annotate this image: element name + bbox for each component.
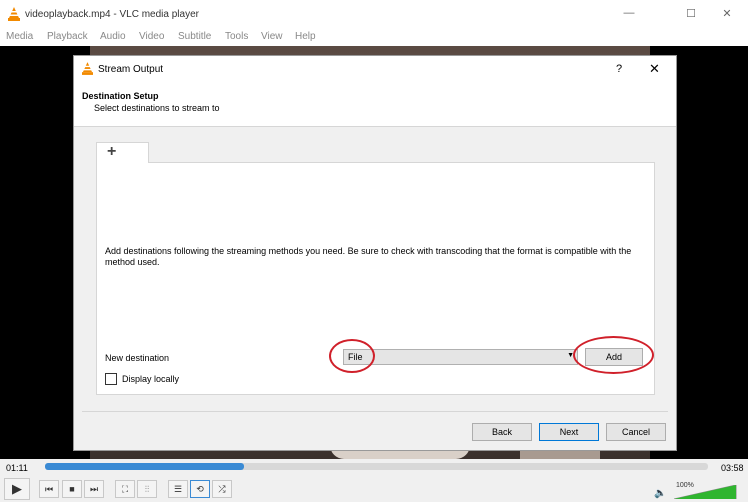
- shuffle-icon: ⤮: [218, 484, 226, 494]
- header-title: Destination Setup: [82, 91, 159, 101]
- plus-icon: +: [107, 143, 117, 160]
- dialog-titlebar: Stream Output ? ✕: [74, 56, 676, 82]
- player-controls: 01:11 03:58 ▶ ⏮ ■ ⏭ ⛶ ⫶⫶ ☰ ⟲ ⤮ 🔈 100%: [0, 459, 748, 502]
- extended-settings-button[interactable]: ⫶⫶: [137, 480, 157, 498]
- minimize-button[interactable]: —: [619, 7, 639, 19]
- total-time: 03:58: [721, 463, 744, 473]
- dropdown-arrow-icon: ▼: [567, 352, 574, 359]
- window-title: videoplayback.mp4 - VLC media player: [25, 9, 199, 20]
- stop-button[interactable]: ■: [62, 480, 82, 498]
- close-window-button[interactable]: ✕: [717, 7, 737, 20]
- add-button[interactable]: Add: [585, 348, 643, 366]
- menu-video[interactable]: Video: [139, 31, 164, 42]
- dialog-close-button[interactable]: ✕: [649, 61, 660, 77]
- menu-media[interactable]: Media: [6, 31, 33, 42]
- menu-help[interactable]: Help: [295, 31, 316, 42]
- destinations-description: Add destinations following the streaming…: [105, 246, 632, 267]
- dialog-title: Stream Output: [98, 64, 164, 75]
- next-icon: ⏭: [89, 484, 99, 494]
- maximize-button[interactable]: ☐: [681, 7, 701, 20]
- menu-audio[interactable]: Audio: [100, 31, 126, 42]
- previous-button[interactable]: ⏮: [39, 480, 59, 498]
- previous-icon: ⏮: [44, 484, 54, 494]
- speaker-icon[interactable]: 🔈: [654, 488, 666, 499]
- wizard-header: Destination Setup Select destinations to…: [74, 82, 676, 127]
- stop-icon: ■: [69, 484, 75, 494]
- volume-slider[interactable]: [674, 485, 738, 499]
- fullscreen-button[interactable]: ⛶: [115, 480, 135, 498]
- vlc-cone-icon: [82, 62, 93, 75]
- playlist-icon: ☰: [173, 484, 183, 494]
- tab-add-destination[interactable]: +: [96, 142, 149, 163]
- new-destination-label: New destination: [105, 353, 170, 363]
- equalizer-icon: ⫶⫶: [144, 484, 150, 494]
- play-button[interactable]: ▶: [4, 478, 30, 500]
- seek-progress: [45, 463, 244, 470]
- seek-slider[interactable]: [45, 463, 708, 470]
- footer-divider: [82, 411, 668, 412]
- menu-playback[interactable]: Playback: [47, 31, 88, 42]
- cancel-button[interactable]: Cancel: [606, 423, 666, 441]
- destinations-panel: Add destinations following the streaming…: [96, 162, 655, 395]
- window-titlebar: videoplayback.mp4 - VLC media player — ☐…: [0, 0, 748, 28]
- back-button[interactable]: Back: [472, 423, 532, 441]
- menu-view[interactable]: View: [261, 31, 283, 42]
- menu-subtitle[interactable]: Subtitle: [178, 31, 211, 42]
- playlist-button[interactable]: ☰: [168, 480, 188, 498]
- menu-tools[interactable]: Tools: [225, 31, 248, 42]
- header-subtitle: Select destinations to stream to: [94, 103, 220, 113]
- vlc-cone-icon: [8, 7, 20, 21]
- elapsed-time: 01:11: [6, 463, 28, 473]
- destination-select[interactable]: File ▼: [343, 349, 578, 365]
- stream-output-dialog: Stream Output ? ✕ Destination Setup Sele…: [73, 55, 677, 451]
- fullscreen-icon: ⛶: [121, 484, 129, 494]
- display-locally-label: Display locally: [122, 374, 180, 384]
- next-button[interactable]: Next: [539, 423, 599, 441]
- display-locally-checkbox[interactable]: [105, 373, 117, 385]
- destination-select-value: File: [348, 352, 363, 362]
- menu-bar: Media Playback Audio Video Subtitle Tool…: [0, 28, 748, 46]
- next-media-button[interactable]: ⏭: [84, 480, 104, 498]
- help-button[interactable]: ?: [616, 63, 622, 75]
- loop-icon: ⟲: [196, 484, 204, 494]
- loop-button[interactable]: ⟲: [190, 480, 210, 498]
- shuffle-button[interactable]: ⤮: [212, 480, 232, 498]
- play-icon: ▶: [12, 481, 22, 496]
